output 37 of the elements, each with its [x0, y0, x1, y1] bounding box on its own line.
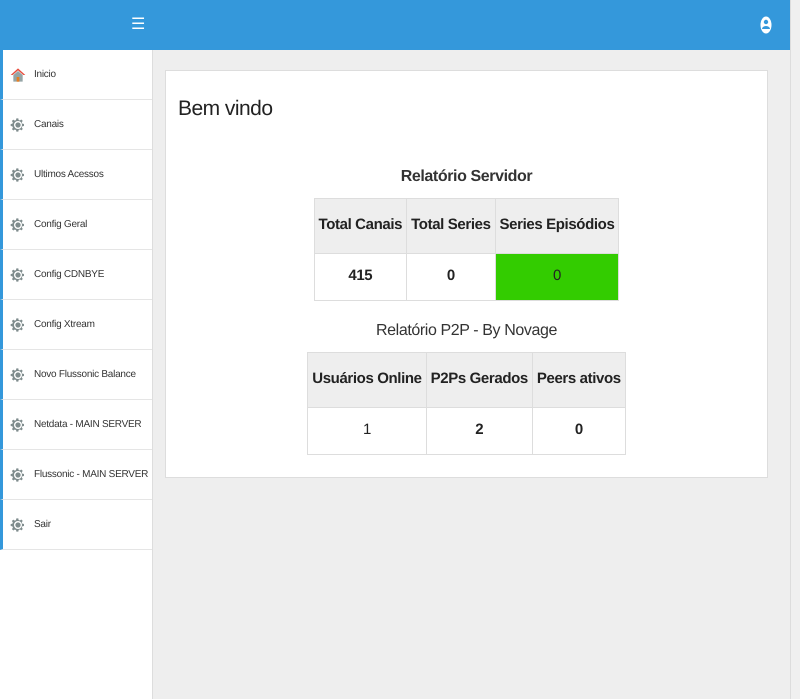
sidebar-item[interactable]: Sair	[0, 500, 152, 550]
gear-icon	[10, 166, 26, 184]
report-title: Relatório Servidor	[400, 166, 532, 186]
table-cell: 1	[308, 407, 426, 454]
card-title: Bem vindo	[178, 96, 274, 122]
gear-icon	[10, 466, 26, 484]
gear-icon	[10, 416, 26, 434]
table-cell: 2	[426, 407, 532, 454]
sidebar-item[interactable]: Inicio	[0, 50, 152, 100]
sidebar-item[interactable]: Config Geral	[0, 200, 152, 250]
scrollbar[interactable]	[790, 0, 800, 699]
gear-icon	[10, 216, 26, 234]
user-icon[interactable]	[760, 16, 772, 34]
sidebar-item[interactable]: Ultimos Acessos	[0, 150, 152, 200]
column-header: Series Episódios	[495, 198, 619, 253]
column-header: Peers ativos	[532, 352, 626, 407]
column-header: Total Series	[406, 198, 496, 253]
house-icon	[10, 66, 26, 84]
sidebar-item[interactable]: Novo Flussonic Balance	[0, 350, 152, 400]
column-header: P2Ps Gerados	[426, 352, 532, 407]
gear-icon	[10, 516, 26, 534]
gear-icon	[10, 266, 26, 284]
gear-icon	[10, 366, 26, 384]
table-cell: 415	[314, 253, 407, 300]
column-header: Usuários Online	[308, 352, 426, 407]
table-cell: 0	[532, 407, 626, 454]
sidebar-item[interactable]: Config CDNBYE	[0, 250, 152, 300]
sidebar-item[interactable]: Netdata - MAIN SERVER	[0, 400, 152, 450]
table-cell: 0	[495, 253, 619, 300]
sidebar-item[interactable]: Canais	[0, 100, 152, 150]
sidebar-item[interactable]: Config Xtream	[0, 300, 152, 350]
sidebar-item[interactable]: Flussonic - MAIN SERVER	[0, 450, 152, 500]
table-cell: 0	[406, 253, 496, 300]
column-header: Total Canais	[314, 198, 407, 253]
gear-icon	[10, 316, 26, 334]
report-title: Relatório P2P - By Novage	[376, 320, 557, 340]
gear-icon	[10, 116, 26, 134]
